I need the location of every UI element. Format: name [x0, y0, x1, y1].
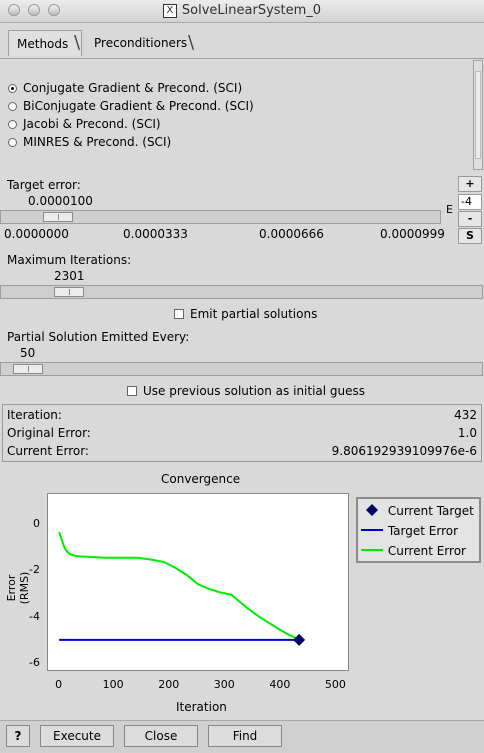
radio-label: MINRES & Precond. (SCI): [23, 135, 172, 149]
current-error-label: Current Error:: [7, 444, 89, 458]
radio-label: BiConjugate Gradient & Precond. (SCI): [23, 99, 254, 113]
scale-label: 0.0000333: [123, 227, 188, 241]
status-panel: Iteration: 432 Original Error: 1.0 Current…: [2, 404, 482, 462]
checkbox-icon: [174, 309, 184, 319]
legend-label: Target Error: [387, 524, 459, 538]
x-axis-label: Iteration: [176, 700, 227, 714]
checkbox-label: Emit partial solutions: [190, 307, 318, 321]
exponent-increment-button[interactable]: +: [458, 176, 482, 192]
radio-unselected-icon: [8, 102, 17, 111]
scrollbar-thumb[interactable]: [475, 71, 481, 159]
chart-title: Convergence: [161, 472, 241, 486]
scale-label: 0.0000666: [259, 227, 324, 241]
max-iterations-slider[interactable]: [0, 285, 483, 299]
emit-partial-checkbox[interactable]: Emit partial solutions: [174, 307, 317, 321]
slider-knob[interactable]: [54, 287, 84, 297]
target-error-value: 0.0000100: [28, 194, 93, 208]
chart-legend: Current Target Target Error Current Erro…: [356, 497, 481, 563]
tab-preconditioners[interactable]: Preconditioners: [86, 30, 194, 56]
exponent-decrement-button[interactable]: -: [458, 211, 482, 227]
radio-label: Conjugate Gradient & Precond. (SCI): [23, 81, 243, 95]
diamond-marker-icon: [366, 504, 378, 516]
legend-item-current-target: Current Target: [360, 501, 477, 519]
green-line-icon: [361, 549, 383, 551]
target-error-label: Target error:: [7, 178, 81, 192]
y-axis-label: Error (RMS): [5, 571, 31, 605]
radio-conjugate-gradient[interactable]: Conjugate Gradient & Precond. (SCI): [8, 80, 242, 96]
x11-logo-icon: X: [162, 4, 177, 18]
radio-jacobi[interactable]: Jacobi & Precond. (SCI): [8, 116, 161, 132]
radio-unselected-icon: [8, 138, 17, 147]
x-tick-label: 200: [158, 678, 180, 691]
legend-label: Current Target: [387, 504, 474, 518]
blue-line-icon: [361, 529, 383, 531]
x-tick-label: 500: [324, 678, 346, 691]
current-error-value: 9.806192939109976e-6: [331, 444, 477, 458]
checkbox-label: Use previous solution as initial guess: [143, 384, 366, 398]
max-iterations-value: 2301: [54, 269, 85, 283]
execute-button[interactable]: Execute: [40, 725, 114, 747]
partial-every-value: 50: [20, 346, 36, 360]
find-button[interactable]: Find: [208, 725, 282, 747]
tab-separator: \: [188, 32, 195, 53]
radio-unselected-icon: [8, 120, 17, 129]
partial-every-label: Partial Solution Emitted Every:: [7, 330, 190, 344]
checkbox-icon: [127, 386, 137, 396]
iteration-label: Iteration:: [7, 408, 62, 422]
methods-scrollbar[interactable]: [473, 60, 483, 170]
exponent-label: E: [446, 203, 453, 216]
plot-canvas: [58, 531, 306, 646]
original-error-value: 1.0: [457, 426, 477, 440]
use-previous-checkbox[interactable]: Use previous solution as initial guess: [127, 384, 365, 398]
original-error-label: Original Error:: [7, 426, 91, 440]
x-tick-label: 300: [213, 678, 235, 691]
current-error-line: [58, 531, 300, 641]
legend-label: Current Error: [387, 544, 466, 558]
partial-every-slider[interactable]: [0, 362, 483, 376]
radio-biconjugate-gradient[interactable]: BiConjugate Gradient & Precond. (SCI): [8, 98, 254, 114]
y-tick-label: -6: [29, 656, 40, 670]
scale-label: 0.0000999: [380, 227, 445, 241]
close-button[interactable]: Close: [124, 725, 198, 747]
title-bar: X SolveLinearSystem_0: [0, 0, 484, 23]
current-target-marker: [293, 633, 306, 646]
x-tick-label: 400: [269, 678, 291, 691]
target-error-slider[interactable]: [0, 210, 441, 224]
max-iterations-label: Maximum Iterations:: [7, 253, 132, 267]
status-row-current-error: Current Error: 9.806192939109976e-6: [7, 443, 477, 459]
legend-item-target-error: Target Error: [360, 521, 477, 539]
legend-item-current-error: Current Error: [360, 541, 477, 559]
iteration-value: 432: [454, 408, 477, 422]
tab-bar: Methods \ Preconditioners \: [0, 28, 484, 59]
radio-minres[interactable]: MINRES & Precond. (SCI): [8, 134, 171, 150]
tab-methods[interactable]: Methods: [8, 30, 82, 56]
convergence-plot: [47, 493, 349, 671]
y-tick-label: 0: [33, 517, 40, 531]
window-title: SolveLinearSystem_0: [181, 3, 322, 18]
exponent-set-button[interactable]: S: [458, 228, 482, 244]
help-button[interactable]: ?: [6, 725, 30, 747]
scale-label: 0.0000000: [4, 227, 69, 241]
status-row-iteration: Iteration: 432: [7, 407, 477, 423]
button-bar: ? Execute Close Find: [0, 720, 484, 753]
status-row-original-error: Original Error: 1.0: [7, 425, 477, 441]
radio-label: Jacobi & Precond. (SCI): [23, 117, 161, 131]
tab-separator: \: [74, 32, 81, 53]
slider-knob[interactable]: [43, 212, 73, 222]
radio-selected-icon: [8, 84, 17, 93]
slider-knob[interactable]: [13, 364, 43, 374]
x-tick-label: 100: [102, 678, 124, 691]
exponent-field[interactable]: -4: [458, 194, 482, 210]
window-title-wrap: X SolveLinearSystem_0: [0, 3, 484, 18]
x-tick-label: 0: [55, 678, 63, 691]
